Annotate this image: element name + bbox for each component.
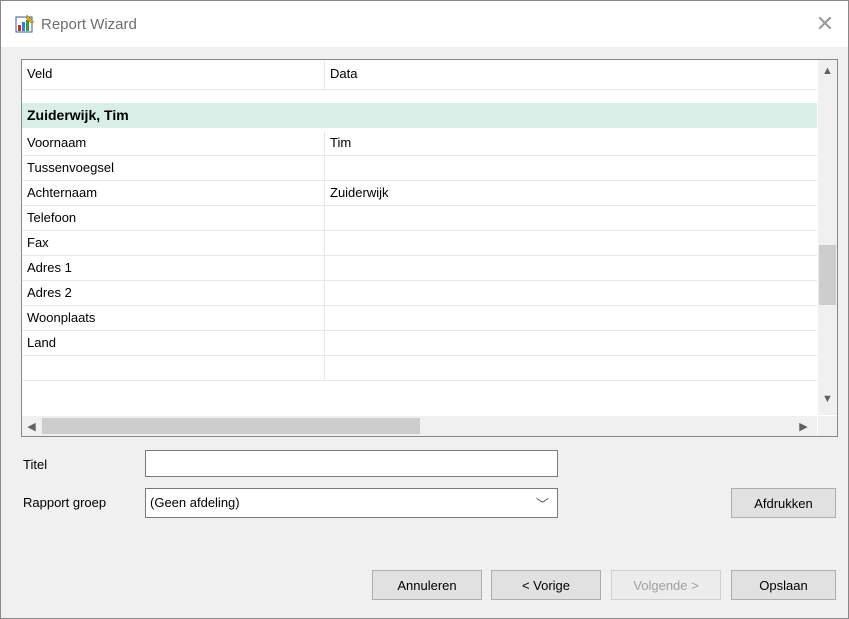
cancel-button[interactable]: Annuleren	[372, 570, 482, 600]
previous-button[interactable]: < Vorige	[491, 570, 601, 600]
next-button[interactable]: Volgende >	[611, 570, 721, 600]
vertical-scrollbar[interactable]: ▲ ▼	[818, 60, 837, 415]
scroll-right-icon[interactable]: ▶	[794, 418, 813, 435]
report-field-grid[interactable]: Veld Data Zuiderwijk, Tim Voornaam Tim T…	[21, 59, 838, 437]
report-wizard-dialog: Report Wizard ✕ Veld Data Zuiderwijk, Ti…	[0, 0, 849, 619]
table-row[interactable]: Fax	[22, 231, 817, 256]
horizontal-scrollbar[interactable]: ◀ ▶	[22, 416, 817, 436]
field-name: Telefoon	[22, 206, 325, 230]
report-group-value: (Geen afdeling)	[150, 495, 240, 510]
scroll-left-icon[interactable]: ◀	[22, 418, 41, 435]
print-button[interactable]: Afdrukken	[731, 488, 836, 518]
table-row[interactable]: Telefoon	[22, 206, 817, 231]
table-row[interactable]: Achternaam Zuiderwijk	[22, 181, 817, 206]
group-row-label: Zuiderwijk, Tim	[27, 107, 129, 123]
field-name: Woonplaats	[22, 306, 325, 330]
table-row[interactable]: Woonplaats	[22, 306, 817, 331]
scrollbar-corner	[818, 416, 837, 436]
table-row[interactable]: Adres 1	[22, 256, 817, 281]
field-value[interactable]	[325, 231, 817, 255]
close-icon[interactable]: ✕	[802, 1, 848, 47]
table-row[interactable]: Land	[22, 331, 817, 356]
field-value[interactable]	[325, 256, 817, 280]
report-group-select[interactable]: (Geen afdeling) ﹀	[145, 488, 558, 518]
grid-header: Veld Data	[22, 60, 817, 90]
field-value[interactable]	[325, 306, 817, 330]
field-value[interactable]	[325, 156, 817, 180]
field-name: Land	[22, 331, 325, 355]
grid-body: Veld Data Zuiderwijk, Tim Voornaam Tim T…	[22, 60, 817, 415]
chevron-down-icon[interactable]: ﹀	[536, 494, 549, 513]
field-name: Voornaam	[22, 131, 325, 155]
table-row[interactable]: Adres 2	[22, 281, 817, 306]
field-name: Adres 1	[22, 256, 325, 280]
vertical-scroll-thumb[interactable]	[819, 245, 836, 305]
title-label: Titel	[23, 457, 48, 472]
field-name-partial	[22, 356, 325, 380]
field-name: Tussenvoegsel	[22, 156, 325, 180]
group-row[interactable]: Zuiderwijk, Tim	[22, 103, 817, 128]
report-group-label: Rapport groep	[23, 495, 107, 510]
scroll-down-icon[interactable]: ▼	[818, 390, 837, 407]
report-wizard-icon	[15, 14, 35, 33]
window-title: Report Wizard	[41, 16, 137, 33]
field-name: Achternaam	[22, 181, 325, 205]
field-value[interactable]	[325, 206, 817, 230]
horizontal-scroll-thumb[interactable]	[42, 418, 420, 434]
field-value[interactable]: Tim	[325, 131, 817, 155]
title-bar: Report Wizard ✕	[1, 1, 848, 47]
column-header-data[interactable]: Data	[325, 60, 817, 90]
field-value[interactable]	[325, 331, 817, 355]
field-name: Fax	[22, 231, 325, 255]
table-row-partial[interactable]	[22, 356, 817, 381]
table-row[interactable]: Tussenvoegsel	[22, 156, 817, 181]
title-input[interactable]	[145, 450, 558, 477]
table-row[interactable]: Voornaam Tim	[22, 131, 817, 156]
scroll-up-icon[interactable]: ▲	[818, 62, 837, 79]
column-header-veld[interactable]: Veld	[22, 60, 325, 90]
field-value[interactable]	[325, 281, 817, 305]
field-value-partial	[325, 356, 817, 380]
field-value[interactable]: Zuiderwijk	[325, 181, 817, 205]
save-button[interactable]: Opslaan	[731, 570, 836, 600]
field-name: Adres 2	[22, 281, 325, 305]
